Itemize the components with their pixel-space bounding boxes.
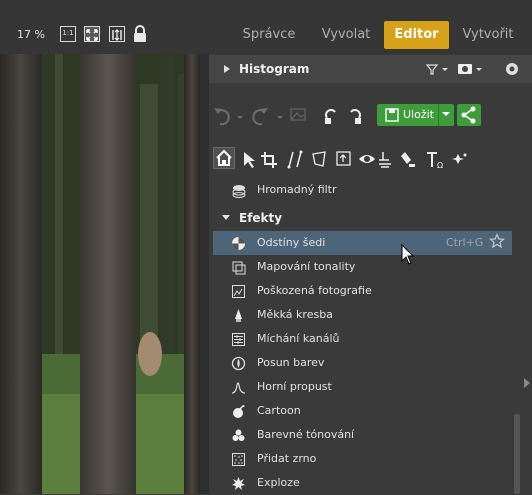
list-item-mekka-kresba[interactable]: Měkká kresba (213, 303, 513, 327)
list-item-posun-barev[interactable]: Posun barev (213, 351, 513, 375)
list-item-label: Hromadný filtr (257, 183, 337, 196)
grayscale-icon (232, 237, 245, 250)
zoom-level[interactable]: 17 % (17, 28, 45, 41)
tool-palette: Ω (209, 146, 532, 172)
svg-text:Ω: Ω (437, 161, 443, 170)
channel-mixer-icon (232, 333, 245, 346)
tab-vyvolat[interactable]: Vyvolat (313, 21, 379, 49)
histogram-title: Histogram (239, 62, 310, 76)
cartoon-icon (233, 405, 245, 418)
list-item-exploze[interactable]: Exploze (213, 471, 513, 495)
favorite-star-icon[interactable] (489, 233, 505, 249)
edit-toolbar (209, 96, 532, 136)
save-dropdown-icon[interactable] (441, 111, 451, 119)
rotate-left-icon (325, 109, 336, 124)
redeye-icon (359, 155, 375, 163)
scrollbar-thumb[interactable] (514, 414, 520, 494)
histogram-tools (424, 60, 524, 78)
collapse-arrow-icon[interactable] (222, 215, 230, 220)
share-button[interactable] (457, 104, 481, 126)
photo-canvas[interactable] (0, 54, 200, 494)
soft-drawing-icon (235, 309, 242, 322)
list-item-mapovani-tonality[interactable]: Mapování tonality (213, 255, 513, 279)
list-item-label: Posun barev (257, 356, 325, 369)
list-item-label: Poškozená fotografie (257, 284, 372, 297)
picker-icon (425, 64, 439, 75)
expand-arrow-icon[interactable] (224, 65, 230, 73)
settings-icon (506, 63, 518, 75)
tab-editor[interactable]: Editor (384, 21, 449, 49)
list-item-label: Cartoon (257, 404, 301, 417)
list-item-label: Měkká kresba (257, 308, 333, 321)
perspective-icon (312, 151, 326, 167)
straighten-icon (287, 150, 303, 169)
list-item-label: Horní propust (257, 380, 332, 393)
fit-to-screen-icon[interactable] (84, 26, 100, 42)
lock-icon[interactable] (132, 25, 148, 43)
undo-icon (214, 108, 230, 126)
explosion-icon (232, 477, 245, 490)
high-pass-icon (231, 382, 246, 394)
list-item-michani-kanalu[interactable]: Míchání kanálů (213, 327, 513, 351)
list-item-pridat-zrno[interactable]: Přidat zrno (213, 447, 513, 471)
tab-vytvorit[interactable]: Vytvořit (455, 21, 521, 49)
list-item-barevne-tonovani[interactable]: Barevné tónování (213, 423, 513, 447)
select-arrow-icon (244, 152, 255, 168)
list-item-label: Exploze (257, 476, 300, 489)
color-shift-icon (231, 356, 246, 371)
list-item-poskozena-fotografie[interactable]: Poškozená fotografie (213, 279, 513, 303)
redo-icon (252, 108, 268, 126)
crop-icon (261, 152, 277, 168)
list-item-horni-propust[interactable]: Horní propust (213, 375, 513, 399)
list-item-label: Mapování tonality (257, 260, 356, 273)
save-label[interactable]: Uložit (403, 108, 434, 121)
color-toning-icon (232, 429, 245, 441)
list-item-label: Odstíny šedi (257, 236, 326, 249)
panel-divider[interactable] (200, 54, 209, 494)
tone-mapping-icon (232, 261, 246, 275)
mouse-cursor-icon (401, 244, 415, 265)
actual-size-icon[interactable]: 1:1 (60, 26, 76, 42)
tab-spravce[interactable]: Správce (236, 21, 302, 49)
text-icon: Ω (427, 152, 443, 170)
camera-icon (458, 64, 472, 74)
effects-stars-icon (452, 153, 467, 164)
fill-screen-icon[interactable] (109, 26, 125, 42)
image-icon (290, 108, 306, 121)
batch-filter-icon (232, 185, 246, 198)
list-item-cartoon[interactable]: Cartoon (213, 399, 513, 423)
resize-icon (336, 151, 351, 166)
add-grain-icon (232, 453, 245, 466)
list-item-label: Barevné tónování (257, 428, 355, 441)
brush-icon (401, 152, 415, 167)
save-dropdown-separator (438, 104, 439, 126)
shortcut-label: Ctrl+G (446, 236, 484, 249)
list-item-label: Přidat zrno (257, 452, 317, 465)
side-panel-arrow-icon[interactable] (524, 378, 530, 388)
rotate-right-icon (350, 109, 361, 124)
section-title: Efekty (239, 211, 283, 225)
damaged-photo-icon (232, 285, 245, 298)
list-item-hromadny-filtr[interactable]: Hromadný filtr (213, 178, 513, 202)
retouch-icon (379, 152, 391, 168)
list-item-label: Míchání kanálů (257, 332, 340, 345)
